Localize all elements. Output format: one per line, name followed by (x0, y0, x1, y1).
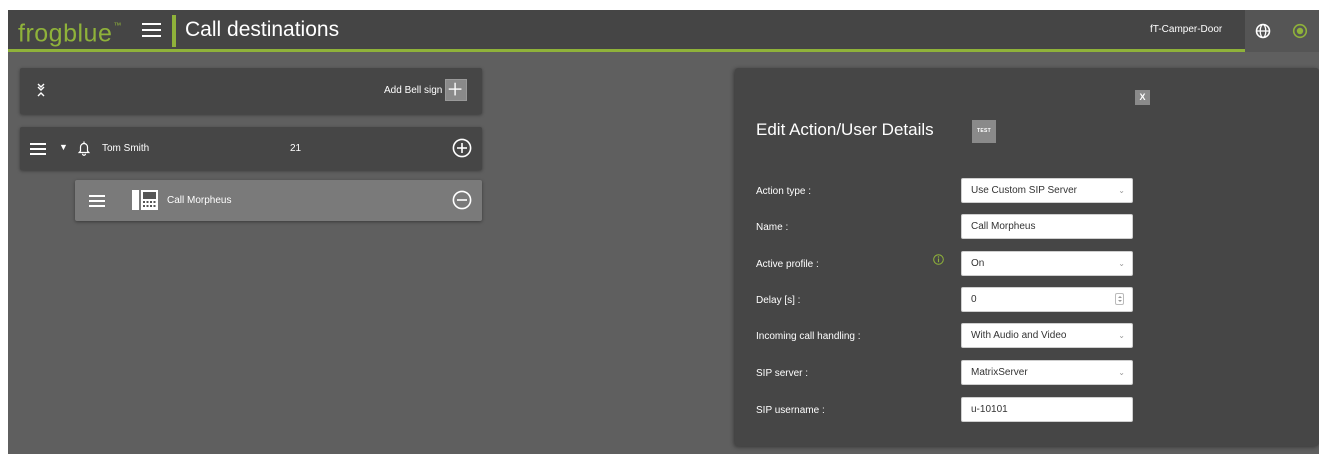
sip-username-value: u-10101 (971, 404, 1008, 415)
number-stepper-icon[interactable] (1115, 293, 1124, 305)
active-profile-value: On (971, 258, 985, 269)
drag-menu-icon[interactable] (30, 143, 46, 155)
top-icon-group (1245, 10, 1319, 52)
incoming-call-select[interactable]: With Audio and Video ⌄ (961, 323, 1133, 348)
incoming-call-value: With Audio and Video (971, 330, 1067, 341)
top-bar: frogblue™ Call destinations fT-Camper-Do… (8, 10, 1319, 52)
bell-sign-toolbar: Add Bell sign (20, 68, 482, 114)
sip-server-value: MatrixServer (971, 367, 1028, 378)
phone-icon (132, 190, 158, 210)
delay-input[interactable]: 0 (961, 287, 1133, 312)
bell-entry-row[interactable]: ▼ Tom Smith 21 (20, 127, 482, 170)
panel-title: Edit Action/User Details (756, 120, 934, 139)
bell-icon (77, 141, 91, 156)
incoming-call-label: Incoming call handling : (756, 331, 861, 342)
drag-menu-icon[interactable] (89, 195, 105, 207)
plus-icon (448, 82, 462, 96)
action-type-select[interactable]: Use Custom SIP Server ⌄ (961, 178, 1133, 203)
logo-trademark: ™ (113, 21, 122, 30)
sip-username-label: SIP username : (756, 405, 825, 416)
add-bell-sign-label: Add Bell sign (384, 85, 443, 96)
plus-circle-icon[interactable] (452, 138, 472, 158)
minus-circle-icon[interactable] (452, 190, 472, 210)
action-type-value: Use Custom SIP Server (971, 185, 1077, 196)
info-icon[interactable] (933, 254, 944, 265)
title-accent-bar (172, 15, 176, 47)
chevron-down-icon: ⌄ (1118, 186, 1125, 195)
chevron-down-icon: ⌄ (1118, 368, 1125, 377)
sip-server-select[interactable]: MatrixServer ⌄ (961, 360, 1133, 385)
sip-username-input[interactable]: u-10101 (961, 397, 1133, 422)
name-input[interactable]: Call Morpheus (961, 214, 1133, 239)
chevron-down-icon: ⌄ (1118, 331, 1125, 340)
name-value: Call Morpheus (971, 221, 1036, 232)
active-profile-label: Active profile : (756, 259, 819, 270)
collapse-icon[interactable] (36, 82, 46, 98)
active-profile-select[interactable]: On ⌄ (961, 251, 1133, 276)
delay-label: Delay [s] : (756, 295, 801, 306)
name-label: Name : (756, 222, 789, 233)
delay-value: 0 (971, 294, 977, 305)
close-button[interactable]: X (1135, 90, 1150, 105)
action-entry-row[interactable]: Call Morpheus (75, 180, 482, 221)
menu-icon[interactable] (142, 23, 161, 37)
globe-icon[interactable] (1255, 23, 1271, 39)
bell-entry-number: 21 (290, 143, 302, 154)
edit-action-panel: X Edit Action/User Details TEST Action t… (735, 68, 1319, 446)
test-button[interactable]: TEST (972, 120, 996, 143)
caret-down-icon[interactable]: ▼ (59, 142, 68, 152)
power-icon[interactable] (1292, 23, 1308, 39)
app-window: frogblue™ Call destinations fT-Camper-Do… (8, 10, 1319, 454)
logo-text: frogblue (18, 19, 113, 48)
frogblue-logo: frogblue™ (18, 16, 121, 47)
device-name: fT-Camper-Door (1150, 24, 1223, 35)
add-bell-sign-button[interactable] (445, 79, 467, 101)
bell-entry-name: Tom Smith (102, 143, 150, 154)
chevron-down-icon: ⌄ (1118, 259, 1125, 268)
sip-server-label: SIP server : (756, 368, 809, 379)
action-entry-label: Call Morpheus (167, 195, 232, 206)
action-type-label: Action type : (756, 186, 812, 197)
page-title: Call destinations (185, 18, 340, 41)
